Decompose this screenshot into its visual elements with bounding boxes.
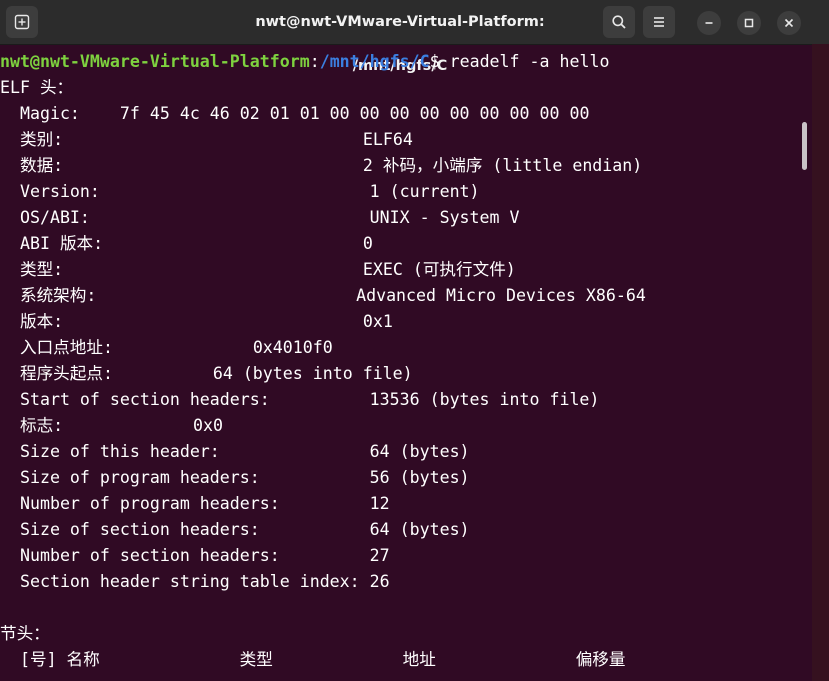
- elf-field-value: 0x0: [193, 416, 224, 435]
- elf-field-label: Section header string table index:: [0, 572, 370, 591]
- elf-field-value: 2 补码，小端序 (little endian): [362, 156, 643, 175]
- elf-header-row: 程序头起点: 64 (bytes into file): [0, 361, 413, 387]
- elf-field-value: 64 (bytes): [369, 442, 470, 461]
- elf-field-label: 系统架构:: [0, 286, 357, 305]
- elf-header-row: 版本: 0x1: [0, 309, 393, 335]
- terminal-window: nwt@nwt-VMware-Virtual-Platform: /mnt/hg…: [0, 0, 829, 681]
- elf-field-value: UNIX - System V: [369, 208, 520, 227]
- maximize-icon: [744, 18, 754, 28]
- elf-field-value: ELF64: [362, 130, 413, 149]
- elf-header-row: Number of section headers: 27: [0, 543, 390, 569]
- elf-field-label: 数据:: [0, 156, 363, 175]
- elf-field-label: Start of section headers:: [0, 390, 370, 409]
- elf-field-value: 26: [369, 572, 390, 591]
- elf-field-value: 64 (bytes): [369, 520, 470, 539]
- elf-header-row: Number of program headers: 12: [0, 491, 390, 517]
- elf-header-row: Section header string table index: 26: [0, 569, 390, 595]
- elf-field-label: 版本:: [0, 312, 363, 331]
- minimize-icon: [705, 22, 713, 24]
- close-icon: [784, 18, 794, 28]
- elf-field-label: 程序头起点:: [0, 364, 213, 383]
- terminal-output[interactable]: nwt@nwt-VMware-Virtual-Platform:/mnt/hgf…: [0, 49, 810, 681]
- elf-header-row: Size of section headers: 64 (bytes): [0, 517, 470, 543]
- prompt-user-host: nwt@nwt-VMware-Virtual-Platform: [0, 52, 310, 71]
- elf-field-value: 12: [369, 494, 390, 513]
- elf-header-row: OS/ABI: UNIX - System V: [0, 205, 520, 231]
- elf-header-row: 类型: EXEC (可执行文件): [0, 257, 516, 283]
- elf-field-value: 56 (bytes): [369, 468, 470, 487]
- elf-header-row: ABI 版本: 0: [0, 231, 373, 257]
- maximize-button[interactable]: [737, 11, 761, 35]
- elf-field-value: 27: [369, 546, 390, 565]
- elf-field-label: Number of program headers:: [0, 494, 370, 513]
- elf-header-row: 类别: ELF64: [0, 127, 413, 153]
- elf-header-row: 系统架构: Advanced Micro Devices X86-64: [0, 283, 646, 309]
- elf-header-row: 标志: 0x0: [0, 413, 223, 439]
- elf-header-row: Version: 1 (current): [0, 179, 480, 205]
- hamburger-menu-icon: [654, 17, 664, 27]
- menu-button[interactable]: [643, 6, 675, 38]
- prompt-path: /mnt/hgfs/C: [319, 52, 430, 71]
- new-tab-button[interactable]: [6, 6, 38, 38]
- elf-field-value: 64 (bytes into file): [212, 364, 413, 383]
- elf-field-label: Magic:: [0, 104, 120, 123]
- search-button[interactable]: [603, 6, 635, 38]
- prompt-line: nwt@nwt-VMware-Virtual-Platform:/mnt/hgf…: [0, 49, 609, 75]
- close-button[interactable]: [777, 11, 801, 35]
- elf-field-label: Size of section headers:: [0, 520, 370, 539]
- elf-field-label: Size of program headers:: [0, 468, 370, 487]
- elf-header-title: ELF 头：: [0, 78, 74, 97]
- elf-field-value: 0: [362, 234, 373, 253]
- window-title: nwt@nwt-VMware-Virtual-Platform: /mnt/hg…: [255, 14, 545, 74]
- elf-field-value: 1 (current): [369, 182, 480, 201]
- elf-field-value: 0x4010f0: [252, 338, 333, 357]
- scrollbar-thumb[interactable]: [802, 122, 807, 170]
- elf-field-label: Number of section headers:: [0, 546, 370, 565]
- minimize-button[interactable]: [697, 11, 721, 35]
- elf-field-label: 类别:: [0, 130, 363, 149]
- elf-header-row: Size of this header: 64 (bytes): [0, 439, 470, 465]
- elf-field-value: EXEC (可执行文件): [362, 260, 516, 279]
- section-headers-title: 节头：: [0, 624, 50, 643]
- elf-field-value: Advanced Micro Devices X86-64: [356, 286, 646, 305]
- elf-header-row: Size of program headers: 56 (bytes): [0, 465, 470, 491]
- elf-field-label: ABI 版本:: [0, 234, 363, 253]
- prompt-colon: :: [309, 52, 320, 71]
- prompt-symbol: $: [429, 52, 450, 71]
- elf-field-value: 0x1: [362, 312, 393, 331]
- elf-field-label: Version:: [0, 182, 370, 201]
- elf-field-label: Size of this header:: [0, 442, 370, 461]
- elf-header-row: 数据: 2 补码，小端序 (little endian): [0, 153, 642, 179]
- new-tab-icon: [14, 14, 30, 30]
- search-icon: [612, 15, 626, 29]
- elf-header-row: 入口点地址: 0x4010f0: [0, 335, 333, 361]
- elf-field-label: 标志:: [0, 416, 194, 435]
- elf-field-value: 13536 (bytes into file): [369, 390, 600, 409]
- elf-header-row: Magic: 7f 45 4c 46 02 01 01 00 00 00 00 …: [0, 101, 589, 127]
- command-text: readelf -a hello: [449, 52, 610, 71]
- title-bar: nwt@nwt-VMware-Virtual-Platform: /mnt/hg…: [0, 0, 829, 74]
- scrollbar-track[interactable]: [812, 44, 829, 681]
- elf-field-value: 7f 45 4c 46 02 01 01 00 00 00 00 00 00 0…: [119, 104, 590, 123]
- section-headers-columns: [号] 名称 类型 地址 偏移量: [0, 650, 626, 669]
- elf-field-label: 类型:: [0, 260, 363, 279]
- elf-field-label: OS/ABI:: [0, 208, 370, 227]
- elf-header-row: Start of section headers: 13536 (bytes i…: [0, 387, 599, 413]
- elf-field-label: 入口点地址:: [0, 338, 253, 357]
